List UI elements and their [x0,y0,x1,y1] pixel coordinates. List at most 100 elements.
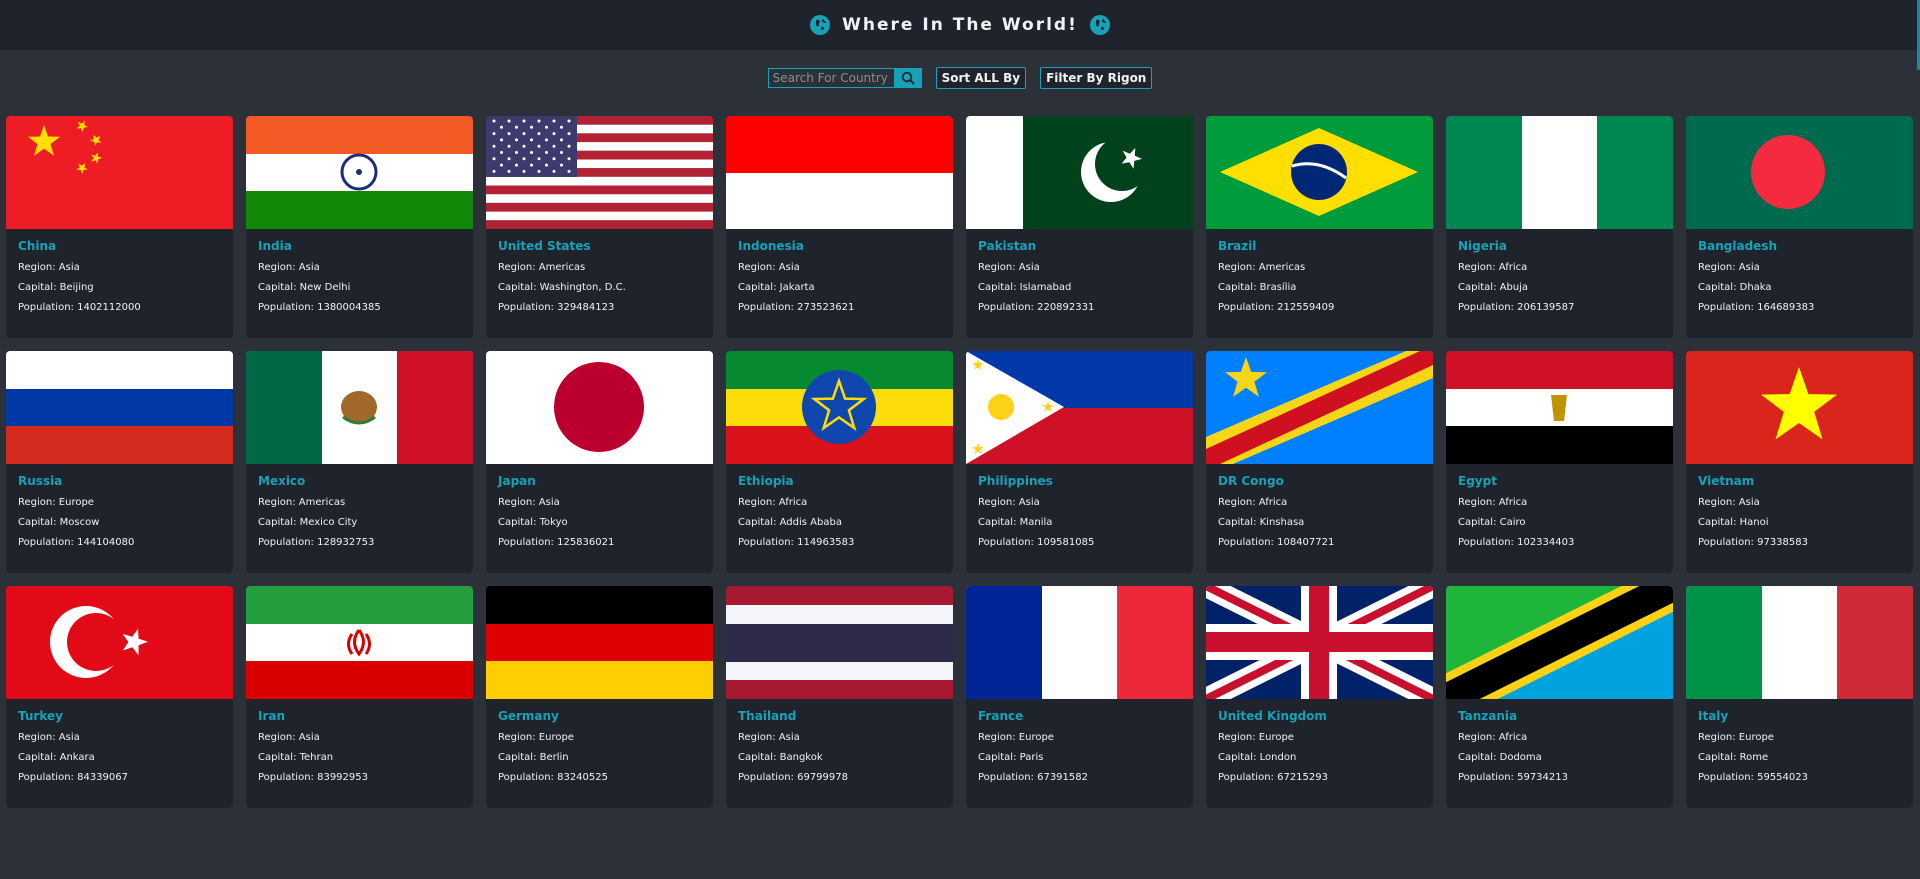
search-input[interactable] [767,68,894,88]
country-name[interactable]: DR Congo [1218,474,1421,488]
globe-icon [1089,15,1110,35]
flag-image [726,351,953,464]
country-name[interactable]: Italy [1698,709,1901,723]
country-population: Population: 67215293 [1218,772,1328,783]
country-region: Region: Europe [498,732,574,743]
filter-button[interactable]: Filter By Rigon [1040,67,1153,89]
country-card[interactable]: Brazil Region: Americas Capital: Brasília P… [1206,116,1433,338]
card-info: Russia Region: Europe Capital: Moscow Popul… [6,464,233,548]
country-name[interactable]: Turkey [18,709,221,723]
country-card[interactable]: Germany Region: Europe Capital: Berlin Popu… [486,586,713,808]
card-info: Philippines Region: Asia Capital: Manila Po… [966,464,1193,548]
country-name[interactable]: Philippines [978,474,1181,488]
country-name[interactable]: Tanzania [1458,709,1661,723]
flag-image [246,586,473,699]
country-card[interactable]: France Region: Europe Capital: Paris Popula… [966,586,1193,808]
country-capital: Capital: Ankara [18,752,95,763]
country-card[interactable]: Vietnam Region: Asia Capital: Hanoi Populat… [1686,351,1913,573]
country-name[interactable]: Thailand [738,709,941,723]
country-card[interactable]: United States Region: Americas Capital: Wa… [486,116,713,338]
country-name[interactable]: Brazil [1218,239,1421,253]
country-card[interactable]: India Region: Asia Capital: New Delhi Popul… [246,116,473,338]
country-card[interactable]: Philippines Region: Asia Capital: Manila Po… [966,351,1193,573]
country-region: Region: Europe [978,732,1054,743]
flag-image [1686,586,1913,699]
country-capital: Capital: London [1218,752,1297,763]
country-name[interactable]: Vietnam [1698,474,1901,488]
country-name[interactable]: Russia [18,474,221,488]
sort-button[interactable]: Sort ALL By [935,67,1027,89]
country-grid: China Region: Asia Capital: Beijing Populat… [6,116,1913,808]
flag-image [6,586,233,699]
country-region: Region: Asia [738,732,800,743]
card-info: Brazil Region: Americas Capital: Brasília P… [1206,229,1433,313]
country-capital: Capital: Beijing [18,282,94,293]
country-card[interactable]: Bangladesh Region: Asia Capital: Dhaka Popu… [1686,116,1913,338]
card-info: Turkey Region: Asia Capital: Ankara Populat… [6,699,233,783]
country-population: Population: 128932753 [258,537,375,548]
country-capital: Capital: Paris [978,752,1044,763]
country-name[interactable]: China [18,239,221,253]
country-capital: Capital: New Delhi [258,282,351,293]
country-card[interactable]: United Kingdom Region: Europe Capital: Lon… [1206,586,1433,808]
country-card[interactable]: Thailand Region: Asia Capital: Bangkok Popu… [726,586,953,808]
country-card[interactable]: Italy Region: Europe Capital: Rome Populati… [1686,586,1913,808]
country-population: Population: 1380004385 [258,302,381,313]
country-card[interactable]: Russia Region: Europe Capital: Moscow Popul… [6,351,233,573]
search-button[interactable] [893,68,922,88]
country-capital: Capital: Cairo [1458,517,1526,528]
country-name[interactable]: Ethiopia [738,474,941,488]
country-capital: Capital: Berlin [498,752,569,763]
country-card[interactable]: DR Congo Region: Africa Capital: Kinshasa P… [1206,351,1433,573]
country-card[interactable]: Ethiopia Region: Africa Capital: Addis Aba… [726,351,953,573]
country-population: Population: 59734213 [1458,772,1568,783]
country-region: Region: Asia [498,497,560,508]
country-name[interactable]: Indonesia [738,239,941,253]
country-name[interactable]: United States [498,239,701,253]
country-capital: Capital: Bangkok [738,752,823,763]
country-card[interactable]: Pakistan Region: Asia Capital: Islamabad Po… [966,116,1193,338]
country-name[interactable]: Pakistan [978,239,1181,253]
country-card[interactable]: Tanzania Region: Africa Capital: Dodoma Pop… [1446,586,1673,808]
country-region: Region: Africa [738,497,808,508]
country-card[interactable]: Turkey Region: Asia Capital: Ankara Populat… [6,586,233,808]
card-info: Germany Region: Europe Capital: Berlin Popu… [486,699,713,783]
country-capital: Capital: Dhaka [1698,282,1772,293]
country-name[interactable]: Bangladesh [1698,239,1901,253]
country-name[interactable]: Japan [498,474,701,488]
country-name[interactable]: Germany [498,709,701,723]
country-card[interactable]: China Region: Asia Capital: Beijing Populat… [6,116,233,338]
country-card[interactable]: Egypt Region: Africa Capital: Cairo Populat… [1446,351,1673,573]
country-capital: Capital: Abuja [1458,282,1529,293]
card-info: China Region: Asia Capital: Beijing Populat… [6,229,233,313]
flag-image [1686,351,1913,464]
top-bar: Where In The World! [0,0,1920,50]
flag-image [1206,116,1433,229]
country-name[interactable]: India [258,239,461,253]
country-name[interactable]: United Kingdom [1218,709,1421,723]
country-card[interactable]: Indonesia Region: Asia Capital: Jakarta Pop… [726,116,953,338]
card-info: Thailand Region: Asia Capital: Bangkok Popu… [726,699,953,783]
country-population: Population: 220892331 [978,302,1095,313]
card-info: Indonesia Region: Asia Capital: Jakarta Pop… [726,229,953,313]
country-card[interactable]: Japan Region: Asia Capital: Tokyo Populatio… [486,351,713,573]
card-info: Japan Region: Asia Capital: Tokyo Populatio… [486,464,713,548]
country-capital: Capital: Washington, D.C. [498,282,626,293]
country-name[interactable]: Egypt [1458,474,1661,488]
country-population: Population: 329484123 [498,302,615,313]
country-name[interactable]: France [978,709,1181,723]
country-card[interactable]: Iran Region: Asia Capital: Tehran Populatio… [246,586,473,808]
country-population: Population: 69799978 [738,772,848,783]
country-region: Region: Asia [978,262,1040,273]
flag-image [486,586,713,699]
country-card[interactable]: Nigeria Region: Africa Capital: Abuja Popul… [1446,116,1673,338]
country-name[interactable]: Nigeria [1458,239,1661,253]
country-capital: Capital: Brasília [1218,282,1297,293]
country-population: Population: 83992953 [258,772,368,783]
country-region: Region: Asia [1698,497,1760,508]
country-capital: Capital: Tokyo [498,517,568,528]
country-name[interactable]: Mexico [258,474,461,488]
country-card[interactable]: Mexico Region: Americas Capital: Mexico Ci… [246,351,473,573]
country-name[interactable]: Iran [258,709,461,723]
flag-image [6,116,233,229]
